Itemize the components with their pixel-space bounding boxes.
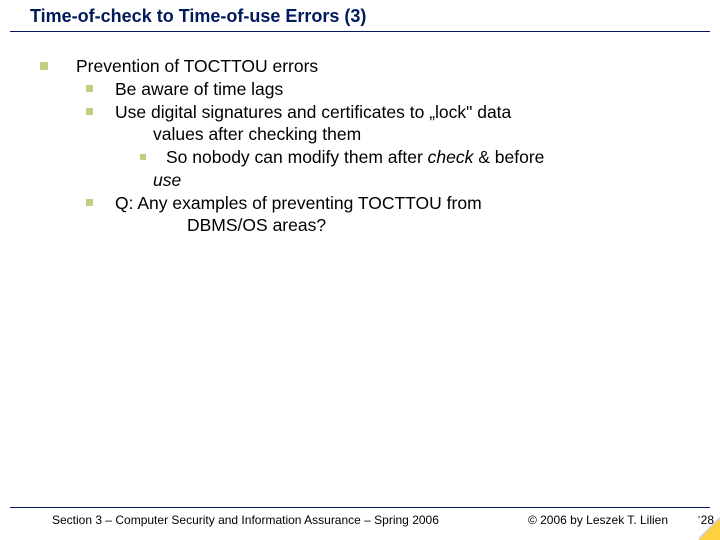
italic-text: use xyxy=(153,169,700,192)
bullet-level3: So nobody can modify them after check & … xyxy=(30,146,700,169)
italic-text: check xyxy=(428,147,474,167)
text-span: So nobody can modify them after xyxy=(166,147,428,167)
footer-left-text: Section 3 – Computer Security and Inform… xyxy=(52,513,439,527)
text-span: & before xyxy=(473,147,544,167)
slide-content: Prevention of TOCTTOU errors Be aware of… xyxy=(30,55,700,237)
text-line: Q: Any examples of preventing TOCTTOU fr… xyxy=(115,192,700,215)
text-continuation: values after checking them xyxy=(153,123,700,146)
bullet-level2: Use digital signatures and certificates … xyxy=(30,101,700,124)
text-line: Prevention of TOCTTOU errors xyxy=(76,55,700,78)
text-line: Use digital signatures and certificates … xyxy=(115,101,700,124)
square-bullet-icon xyxy=(86,199,93,206)
text-line: So nobody can modify them after check & … xyxy=(166,146,700,169)
text-continuation: DBMS/OS areas? xyxy=(187,214,700,237)
bullet-level1: Prevention of TOCTTOU errors xyxy=(30,55,700,78)
footer-divider xyxy=(10,507,710,508)
text-line: Be aware of time lags xyxy=(115,78,700,101)
footer-right-text: © 2006 by Leszek T. Lilien xyxy=(528,513,668,527)
title-bar: Time-of-check to Time-of-use Errors (3) xyxy=(10,6,710,32)
square-bullet-icon xyxy=(140,154,146,160)
square-bullet-icon xyxy=(40,62,48,70)
square-bullet-icon xyxy=(86,108,93,115)
bullet-level2: Be aware of time lags xyxy=(30,78,700,101)
folded-corner-icon xyxy=(690,510,720,540)
slide-title: Time-of-check to Time-of-use Errors (3) xyxy=(30,6,710,27)
slide: Time-of-check to Time-of-use Errors (3) … xyxy=(0,0,720,540)
square-bullet-icon xyxy=(86,85,93,92)
bullet-level2: Q: Any examples of preventing TOCTTOU fr… xyxy=(30,192,700,215)
slide-footer: Section 3 – Computer Security and Inform… xyxy=(0,509,720,527)
